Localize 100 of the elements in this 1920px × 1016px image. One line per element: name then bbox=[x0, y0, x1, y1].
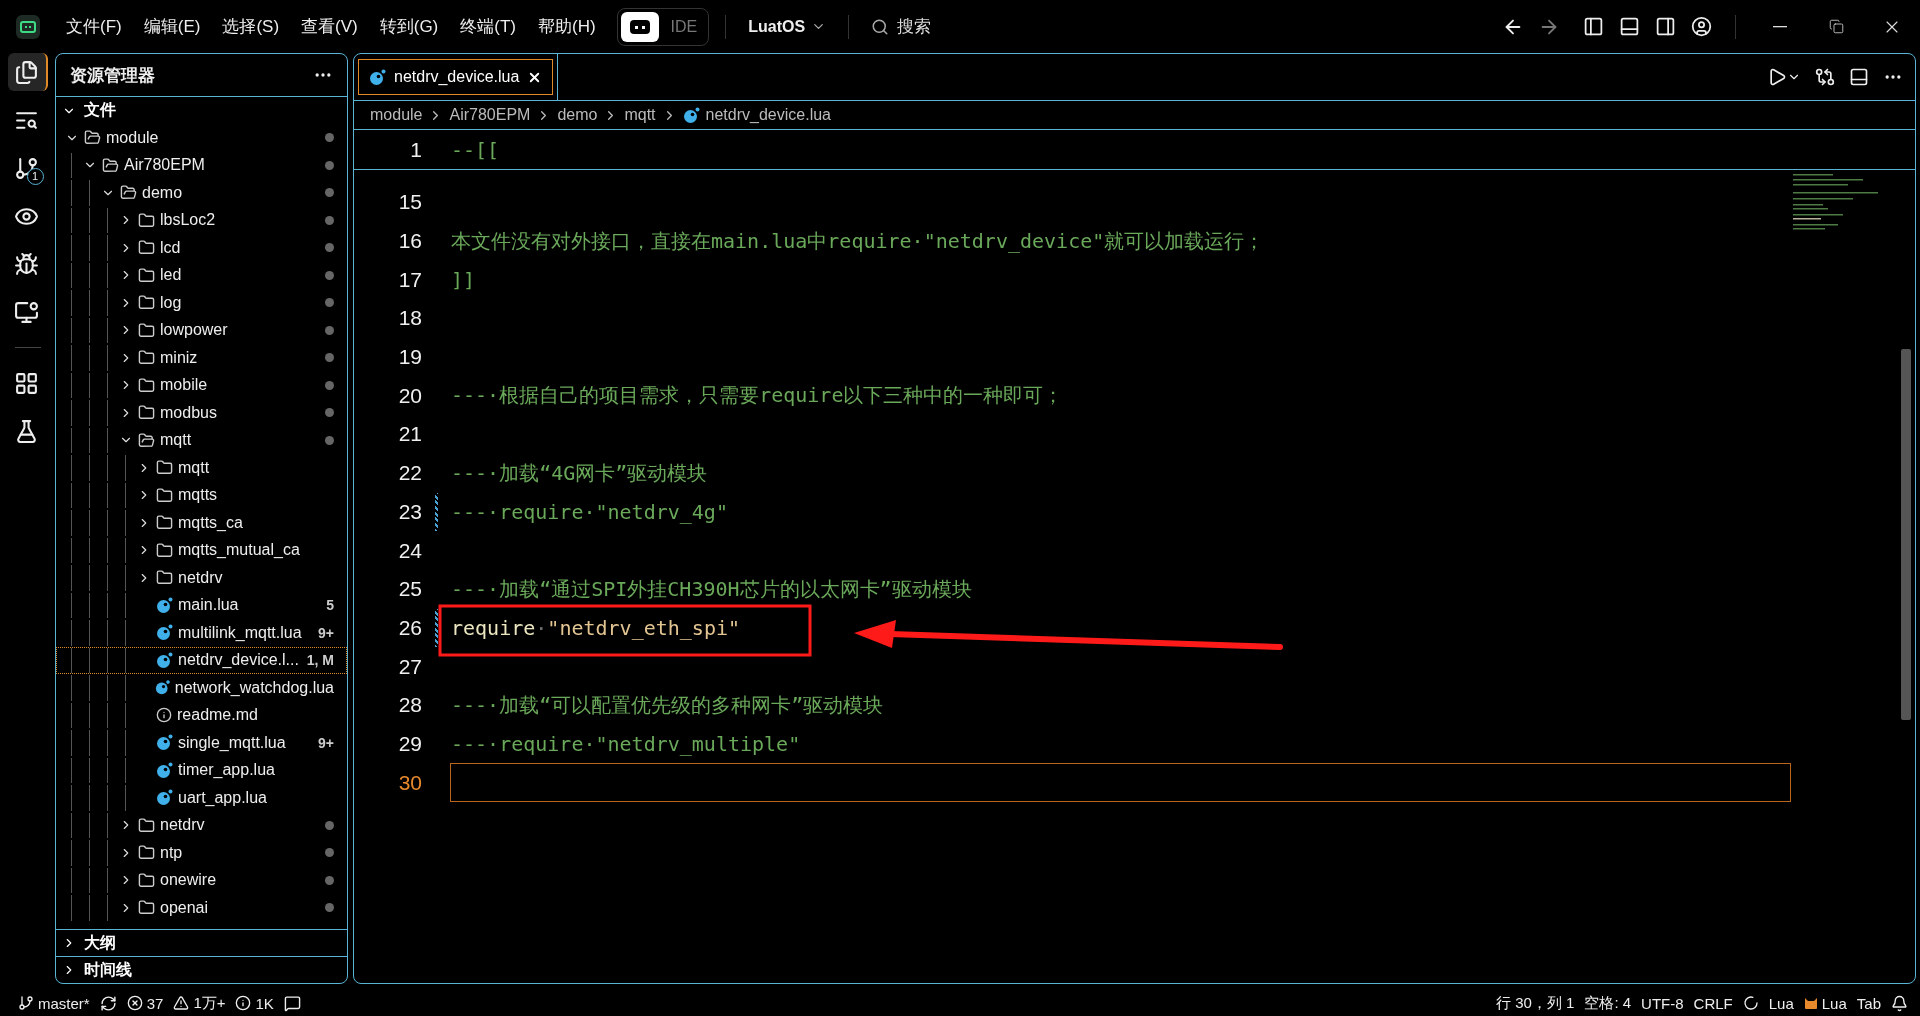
activity-button[interactable] bbox=[7, 53, 48, 91]
tab-mode[interactable]: Tab bbox=[1856, 994, 1881, 1012]
tree-item[interactable]: network_watchdog.lua bbox=[56, 674, 347, 702]
tree-item[interactable]: lbsLoc2 bbox=[56, 206, 347, 234]
tree-item[interactable]: single_mqtt.lua 9+ bbox=[56, 729, 347, 757]
folder-icon bbox=[138, 431, 155, 449]
plugin-status[interactable]: Lua bbox=[1803, 994, 1847, 1012]
branch-indicator[interactable]: master* bbox=[18, 994, 90, 1012]
line-ending[interactable]: CRLF bbox=[1693, 994, 1733, 1012]
tree-item[interactable]: log bbox=[56, 289, 347, 317]
folder-icon bbox=[156, 569, 173, 587]
tree-item[interactable]: netdrv bbox=[56, 564, 347, 592]
tree-item[interactable]: miniz bbox=[56, 344, 347, 372]
tree-item[interactable]: lcd bbox=[56, 234, 347, 262]
run-debug-icon[interactable] bbox=[1767, 67, 1787, 87]
section-header[interactable]: 文件 bbox=[56, 97, 347, 124]
breadcrumb-item[interactable]: module bbox=[370, 106, 423, 124]
branch-icon bbox=[18, 995, 34, 1011]
tree-item[interactable]: mqtt bbox=[56, 426, 347, 454]
tree-item[interactable]: lowpower bbox=[56, 316, 347, 344]
info-icon bbox=[235, 995, 252, 1011]
flask-icon bbox=[14, 418, 39, 444]
search-field[interactable]: 搜索 bbox=[865, 14, 938, 39]
tree-item[interactable]: netdrv bbox=[56, 811, 347, 839]
breadcrumb-item[interactable]: Air780EPM bbox=[449, 106, 531, 124]
tree-item[interactable]: netdrv_device.l... 1, M bbox=[56, 646, 347, 674]
error-count[interactable]: 37 bbox=[126, 994, 164, 1012]
app-logo bbox=[16, 14, 40, 39]
line-number: 17 bbox=[397, 267, 422, 292]
tree-item[interactable]: openai bbox=[56, 894, 347, 922]
chat-icon[interactable] bbox=[283, 994, 301, 1012]
menu-item[interactable]: 查看(V) bbox=[290, 11, 369, 42]
warning-icon bbox=[173, 995, 190, 1011]
tree-item[interactable]: module bbox=[56, 124, 347, 152]
breadcrumb-item[interactable]: demo bbox=[557, 106, 598, 124]
folder-icon bbox=[156, 459, 173, 477]
tree-item[interactable]: main.lua 5 bbox=[56, 591, 347, 619]
tree-item[interactable]: timer_app.lua bbox=[56, 756, 347, 784]
compare-icon[interactable] bbox=[1815, 67, 1835, 87]
encoding[interactable]: UTF-8 bbox=[1641, 994, 1684, 1012]
line-number: 19 bbox=[397, 345, 422, 370]
item-label: module bbox=[106, 128, 160, 147]
lua-file-icon bbox=[682, 106, 700, 124]
tree-item[interactable]: led bbox=[56, 261, 347, 289]
line-number: 23 bbox=[397, 499, 422, 524]
line-number: 30 bbox=[397, 770, 422, 795]
item-label: lbsLoc2 bbox=[160, 211, 217, 230]
section-header[interactable]: 大纲 bbox=[56, 929, 347, 956]
tree-item[interactable]: mqtts_ca bbox=[56, 509, 347, 537]
line-number: 22 bbox=[397, 461, 422, 486]
info-count[interactable]: 1K bbox=[235, 994, 274, 1012]
panel-title: 资源管理器 bbox=[70, 64, 155, 87]
tree-item[interactable]: demo bbox=[56, 179, 347, 207]
tree-item[interactable]: uart_app.lua bbox=[56, 784, 347, 812]
line-number: 26 bbox=[397, 615, 422, 640]
breadcrumb-item[interactable]: netdrv_device.lua bbox=[705, 106, 831, 124]
tree-item[interactable]: ntp bbox=[56, 839, 347, 867]
problem-count: 5 bbox=[326, 597, 334, 614]
item-label: netdrv_device.l... bbox=[178, 651, 300, 670]
breadcrumb-item[interactable]: mqtt bbox=[624, 106, 656, 124]
menu-item[interactable]: 转到(G) bbox=[368, 11, 450, 42]
tree-item[interactable]: mqtts bbox=[56, 481, 347, 509]
folder-icon bbox=[156, 514, 173, 532]
menu-item[interactable]: 终端(T) bbox=[449, 11, 527, 42]
menu-item[interactable]: 帮助(H) bbox=[527, 11, 607, 42]
code-line: ---·根据自己的项目需求，只需要require以下三种中的一种即可； bbox=[450, 382, 1065, 410]
cursor-position[interactable]: 行 30，列 1 bbox=[1496, 993, 1575, 1013]
workspace-selector[interactable]: LuatOS bbox=[742, 16, 833, 37]
tree-item[interactable]: multilink_mqtt.lua 9+ bbox=[56, 619, 347, 647]
tree-item[interactable]: mqtt bbox=[56, 454, 347, 482]
section-header[interactable]: 时间线 bbox=[56, 956, 347, 983]
count-badge: 1 bbox=[26, 168, 44, 185]
tree-item[interactable]: mobile bbox=[56, 371, 347, 399]
tree-item[interactable]: mqtts_mutual_ca bbox=[56, 536, 347, 564]
sync-icon[interactable] bbox=[99, 994, 117, 1012]
item-label: lcd bbox=[160, 238, 182, 257]
code-line: ---·加载“通过SPI外挂CH390H芯片的以太网卡”驱动模块 bbox=[450, 575, 973, 603]
notifications-icon[interactable] bbox=[1891, 994, 1908, 1012]
tree-item[interactable]: onewire bbox=[56, 866, 347, 894]
tree-item[interactable]: Air780EPM bbox=[56, 151, 347, 179]
menu-item[interactable]: 选择(S) bbox=[211, 11, 291, 42]
restore-icon bbox=[1828, 19, 1844, 34]
tree-item[interactable]: readme.md bbox=[56, 701, 347, 729]
activity-button[interactable]: 1 bbox=[7, 149, 48, 187]
tree-item[interactable]: modbus bbox=[56, 399, 347, 427]
editor-tab[interactable]: netdrv_device.lua bbox=[358, 59, 554, 95]
scrollbar-thumb[interactable] bbox=[1901, 349, 1911, 720]
menu-item[interactable]: 文件(F) bbox=[55, 11, 133, 42]
folder-icon bbox=[138, 211, 155, 229]
folder-icon bbox=[138, 239, 155, 257]
panel-bottom-icon[interactable] bbox=[1849, 67, 1869, 87]
line-number: 25 bbox=[397, 577, 422, 602]
indent-setting[interactable]: 空格: 4 bbox=[1584, 993, 1632, 1013]
problem-count: 9+ bbox=[318, 734, 334, 751]
mode-option[interactable] bbox=[620, 11, 659, 42]
warning-count[interactable]: 1万+ bbox=[173, 993, 226, 1013]
language-mode[interactable]: Lua bbox=[1768, 994, 1794, 1012]
menu-item[interactable]: 编辑(E) bbox=[132, 11, 212, 42]
item-label: netdrv bbox=[178, 568, 224, 587]
item-label: demo bbox=[142, 183, 184, 202]
